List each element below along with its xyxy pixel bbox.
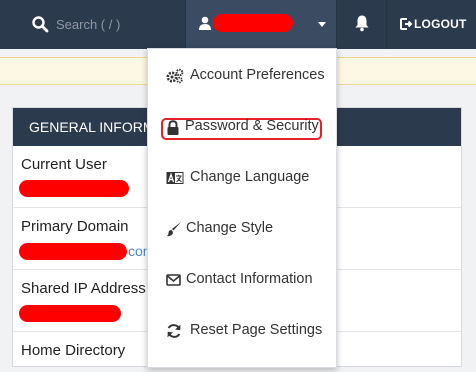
top-bar: LOGOUT [0,0,476,49]
redacted-value [19,243,127,260]
notifications-button[interactable] [337,0,387,49]
primary-domain-label: Primary Domain [21,218,129,235]
chevron-down-icon [318,22,326,27]
menu-item-contact-information[interactable]: Contact Information [148,260,336,300]
redacted-value [19,180,129,197]
home-directory-label: Home Directory [21,342,126,359]
menu-item-password-security[interactable]: Password & Security [148,108,336,148]
bell-icon [355,15,369,32]
logout-button[interactable]: LOGOUT [387,0,476,49]
logout-icon [400,18,413,30]
menu-label: Password & Security [185,118,319,134]
menu-label: Change Style [186,220,274,236]
envelope-icon [166,274,181,286]
current-user-label: Current User [21,156,107,173]
redacted-username [213,14,293,32]
user-icon [199,16,211,30]
menu-label: Contact Information [186,271,313,287]
menu-item-change-language[interactable]: Change Language [148,158,336,198]
menu-item-account-preferences[interactable]: Account Preferences [148,56,336,96]
menu-label: Change Language [190,169,310,185]
user-menu-toggle[interactable] [185,0,337,49]
logout-label: LOGOUT [414,17,467,31]
lock-icon [167,120,179,135]
menu-label: Account Preferences [190,67,325,83]
refresh-icon [167,324,181,338]
shared-ip-label: Shared IP Address [21,280,146,297]
paintbrush-icon [166,222,181,237]
search-area [0,0,185,49]
search-input[interactable] [56,14,176,34]
user-dropdown-menu: Account Preferences Password & Security … [147,48,337,368]
menu-label: Reset Page Settings [190,322,323,338]
language-icon [166,172,184,184]
search-icon[interactable] [31,15,49,33]
menu-item-reset-page-settings[interactable]: Reset Page Settings [148,311,336,351]
cogs-icon [166,68,184,84]
menu-item-change-style[interactable]: Change Style [148,209,336,249]
redacted-value [19,305,121,322]
